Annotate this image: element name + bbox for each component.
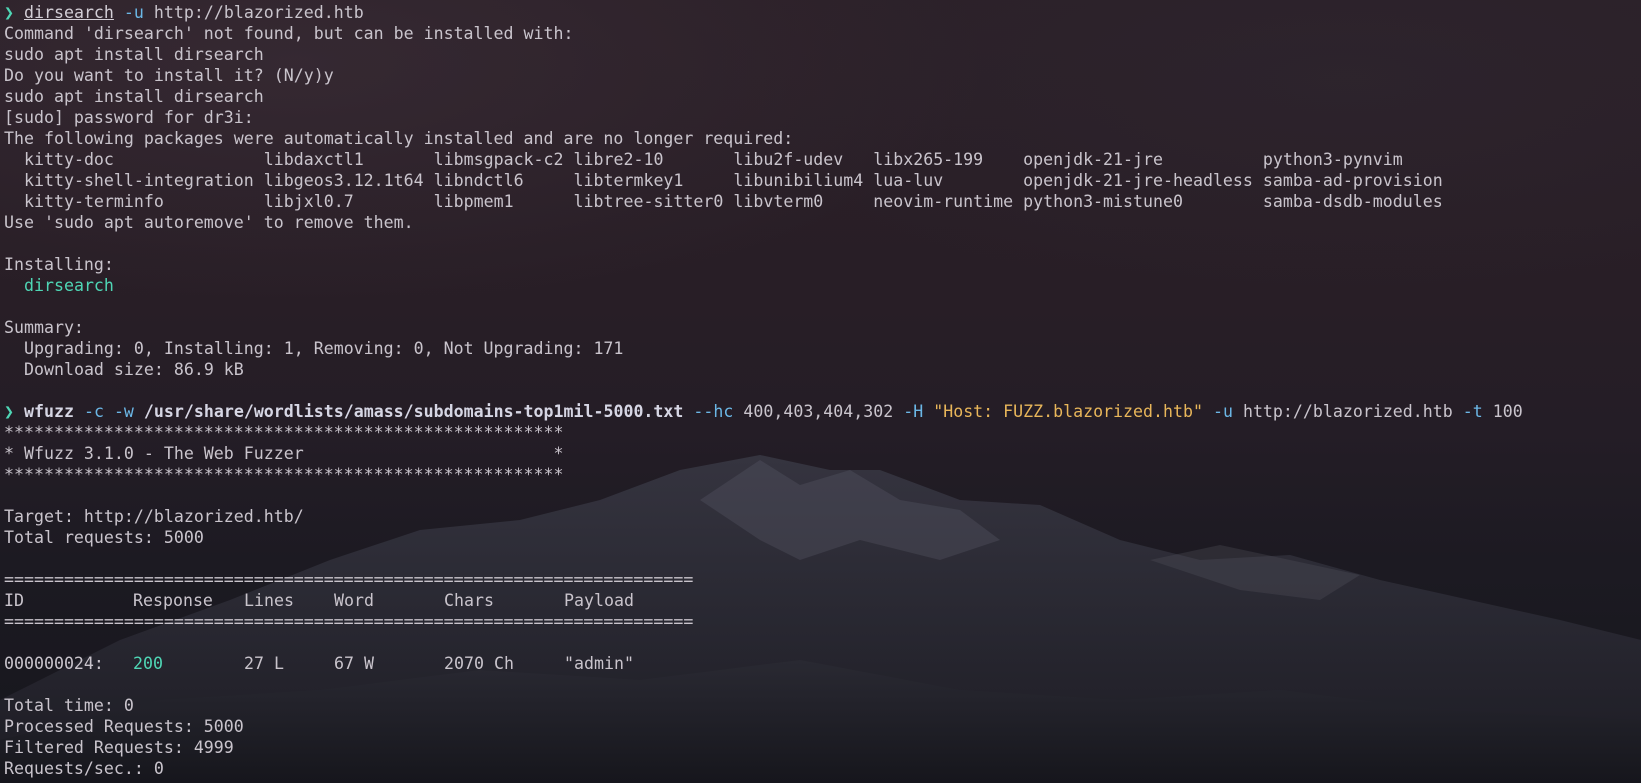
package-row: kitty-shell-integration libgeos3.12.1t64… <box>24 170 1453 191</box>
package-name: samba-dsdb-modules <box>1262 192 1443 211</box>
package-name: libvterm0 <box>733 192 824 211</box>
command-flag: -c <box>83 402 104 421</box>
terminal-output: ❯ dirsearch -u http://blazorized.htb Com… <box>4 2 1523 779</box>
package-name: libu2f-udev <box>733 150 844 169</box>
command-flag: -u <box>123 3 144 22</box>
package-name: samba-ad-provision <box>1262 171 1443 190</box>
column-header-response: Response <box>133 591 213 610</box>
command-flag: -u <box>1212 402 1233 421</box>
results-header-row: ID Response Lines Word Chars Payload <box>4 590 1523 611</box>
package-name: python3-pynvim <box>1262 150 1403 169</box>
package-name: libjxl0.7 <box>263 192 354 211</box>
result-payload: "admin" <box>564 654 634 673</box>
command-flag: -w <box>113 402 134 421</box>
output-line: [sudo] password for dr3i: <box>4 108 254 127</box>
package-name: openjdk-21-jre <box>1023 150 1163 169</box>
package-name: libndctl6 <box>433 171 524 190</box>
package-row: kitty-terminfo libjxl0.7 libpmem1 libtre… <box>24 191 1453 212</box>
result-id: 000000024: <box>4 654 104 673</box>
filtered-requests-line: Filtered Requests: 4999 <box>4 738 234 757</box>
package-name: libx265-199 <box>873 150 984 169</box>
total-requests-line: Total requests: 5000 <box>4 528 204 547</box>
package-name: kitty-terminfo <box>24 192 164 211</box>
package-row: kitty-doc libdaxctl1 libmsgpack-c2 libre… <box>24 149 1453 170</box>
summary-label: Summary: <box>4 318 84 337</box>
column-header-id: ID <box>4 591 24 610</box>
column-header-chars: Chars <box>444 591 494 610</box>
url-arg: http://blazorized.htb <box>1242 402 1453 421</box>
hide-codes-arg: 400,403,404,302 <box>743 402 894 421</box>
summary-counts: Upgrading: 0, Installing: 1, Removing: 0… <box>24 339 624 358</box>
column-header-lines: Lines <box>244 591 294 610</box>
header-string: "Host: FUZZ.blazorized.htb" <box>933 402 1203 421</box>
command-name: wfuzz <box>24 402 74 421</box>
package-name: libtree-sitter0 <box>573 192 724 211</box>
output-line: sudo apt install dirsearch <box>4 87 264 106</box>
output-line: Use 'sudo apt autoremove' to remove them… <box>4 213 414 232</box>
package-name: libmsgpack-c2 <box>433 150 564 169</box>
package-name: openjdk-21-jre-headless <box>1023 171 1253 190</box>
prompt-icon: ❯ <box>4 3 14 22</box>
package-name: libgeos3.12.1t64 <box>263 171 424 190</box>
output-line: Do you want to install it? (N/y)y <box>4 66 334 85</box>
result-chars: 2070 Ch <box>444 654 514 673</box>
result-words: 67 W <box>334 654 374 673</box>
table-separator: ========================================… <box>4 570 694 589</box>
download-size: Download size: 86.9 kB <box>24 360 244 379</box>
package-name: lua-luv <box>873 171 944 190</box>
processed-requests-line: Processed Requests: 5000 <box>4 717 244 736</box>
target-line: Target: http://blazorized.htb/ <box>4 507 304 526</box>
command-line-dirsearch: ❯ dirsearch -u http://blazorized.htb <box>4 2 1523 23</box>
installing-package: dirsearch <box>24 276 114 295</box>
command-flag: --hc <box>693 402 734 421</box>
threads-arg: 100 <box>1492 402 1523 421</box>
banner-border: ****************************************… <box>4 465 564 484</box>
package-name: libpmem1 <box>433 192 514 211</box>
column-header-word: Word <box>334 591 374 610</box>
output-line: sudo apt install dirsearch <box>4 45 264 64</box>
output-line: The following packages were automaticall… <box>4 129 794 148</box>
package-table: kitty-doc libdaxctl1 libmsgpack-c2 libre… <box>24 149 1453 212</box>
package-name: kitty-doc <box>24 150 114 169</box>
banner-title: * Wfuzz 3.1.0 - The Web Fuzzer * <box>4 444 564 463</box>
command-flag: -t <box>1462 402 1483 421</box>
command-arg: http://blazorized.htb <box>153 3 364 22</box>
result-response-code: 200 <box>133 654 163 673</box>
installing-label: Installing: <box>4 255 114 274</box>
total-time-line: Total time: 0 <box>4 696 134 715</box>
package-name: python3-mistune0 <box>1023 192 1183 211</box>
table-separator: ========================================… <box>4 612 694 631</box>
output-line: Command 'dirsearch' not found, but can b… <box>4 24 574 43</box>
package-name: neovim-runtime <box>873 192 1014 211</box>
command-line-wfuzz: ❯ wfuzz -c -w /usr/share/wordlists/amass… <box>4 401 1523 422</box>
column-header-payload: Payload <box>564 591 634 610</box>
result-row: 000000024: 200 27 L 67 W 2070 Ch "admin" <box>4 653 1523 674</box>
package-name: libunibilium4 <box>733 171 864 190</box>
banner-border: ****************************************… <box>4 423 564 442</box>
requests-per-sec-line: Requests/sec.: 0 <box>4 759 164 778</box>
result-lines: 27 L <box>244 654 284 673</box>
wordlist-path: /usr/share/wordlists/amass/subdomains-to… <box>143 402 684 421</box>
package-name: libre2-10 <box>573 150 664 169</box>
prompt-icon: ❯ <box>4 402 14 421</box>
command-flag: -H <box>903 402 924 421</box>
package-name: libtermkey1 <box>573 171 684 190</box>
command-name: dirsearch <box>24 3 114 22</box>
package-name: libdaxctl1 <box>263 150 364 169</box>
package-name: kitty-shell-integration <box>24 171 254 190</box>
